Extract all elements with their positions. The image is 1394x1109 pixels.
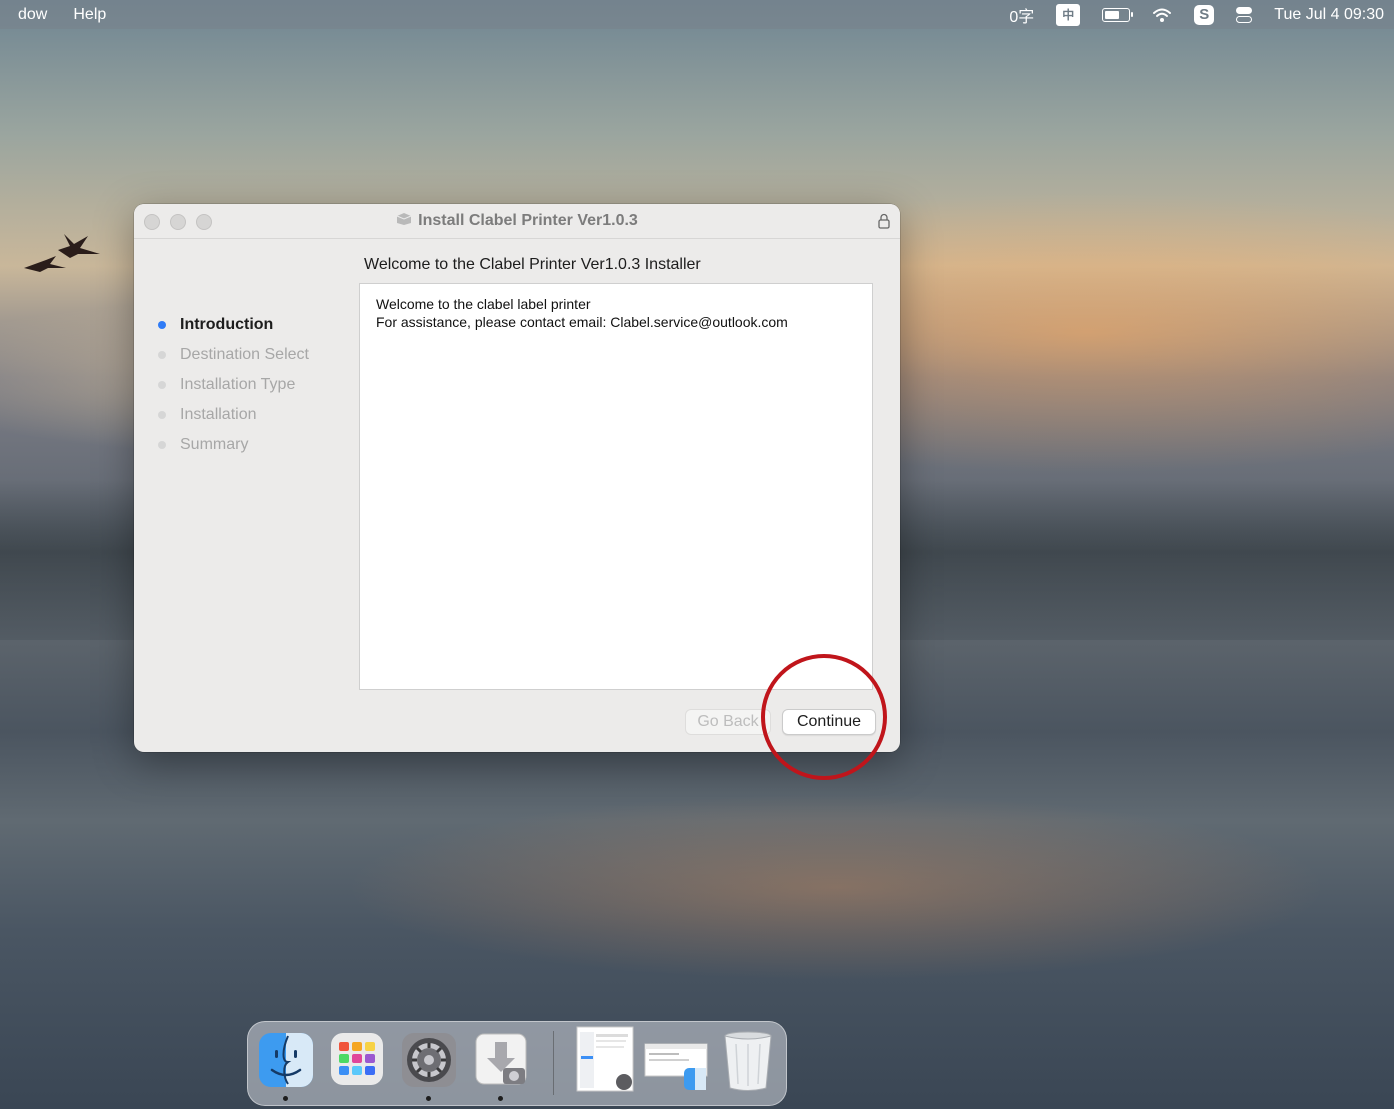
step-dot [158,411,166,419]
trash-icon[interactable] [722,1030,774,1092]
input-method-status[interactable]: 0字 [1009,3,1034,27]
installer-running-indicator [498,1096,503,1101]
step-dot [158,441,166,449]
step-dot [158,381,166,389]
installer-heading: Welcome to the Clabel Printer Ver1.0.3 I… [364,256,701,273]
title-bar[interactable]: Install Clabel Printer Ver1.0.3 [134,204,900,239]
step-installation: Installation [158,400,309,430]
menu-bar: dow Help 0字 中 S Tue Jul 4 09:30 [0,0,1394,29]
finder-window-icon[interactable] [644,1040,710,1092]
installer-steps: Introduction Destination Select Installa… [158,310,309,460]
menubar-date: Tue Jul 4 [1274,5,1340,23]
menubar-time: 09:30 [1343,5,1384,23]
step-label: Summary [180,436,249,453]
step-label: Introduction [180,316,274,333]
content-line: For assistance, please contact email: Cl… [376,314,788,330]
input-method-icon[interactable]: 中 [1056,3,1081,26]
highlight-circle-annotation [761,654,887,780]
sogou-icon[interactable]: S [1194,4,1215,25]
step-dot [158,321,166,329]
finder-icon[interactable] [258,1032,314,1088]
menubar-clock[interactable]: Tue Jul 4 09:30 [1274,6,1384,24]
wifi-icon[interactable] [1152,7,1172,23]
menu-help[interactable]: Help [73,6,106,24]
step-dot [158,351,166,359]
package-icon [396,213,412,225]
lock-icon[interactable] [878,213,890,229]
launchpad-icon[interactable] [330,1032,384,1086]
finder-running-indicator [283,1096,288,1101]
window-title: Install Clabel Printer Ver1.0.3 [418,212,638,229]
step-label: Installation [180,406,257,423]
installer-icon[interactable] [473,1032,529,1088]
preview-window-icon[interactable] [576,1026,634,1092]
window-title-row: Install Clabel Printer Ver1.0.3 [134,212,900,230]
content-line: Welcome to the clabel label printer [376,296,591,312]
introduction-text-pane[interactable]: Welcome to the clabel label printer For … [359,283,873,690]
system-preferences-icon[interactable] [401,1032,457,1088]
system-preferences-running-indicator [426,1096,431,1101]
birds-decoration [24,234,100,272]
step-destination-select: Destination Select [158,340,309,370]
step-label: Installation Type [180,376,296,393]
battery-icon[interactable] [1102,7,1134,22]
menu-window[interactable]: dow [18,6,47,24]
go-back-button[interactable]: Go Back [685,709,771,735]
step-label: Destination Select [180,346,309,363]
dock-separator [553,1031,554,1095]
step-introduction: Introduction [158,310,309,340]
step-installation-type: Installation Type [158,370,309,400]
step-summary: Summary [158,430,309,460]
control-center-icon[interactable] [1236,6,1253,23]
